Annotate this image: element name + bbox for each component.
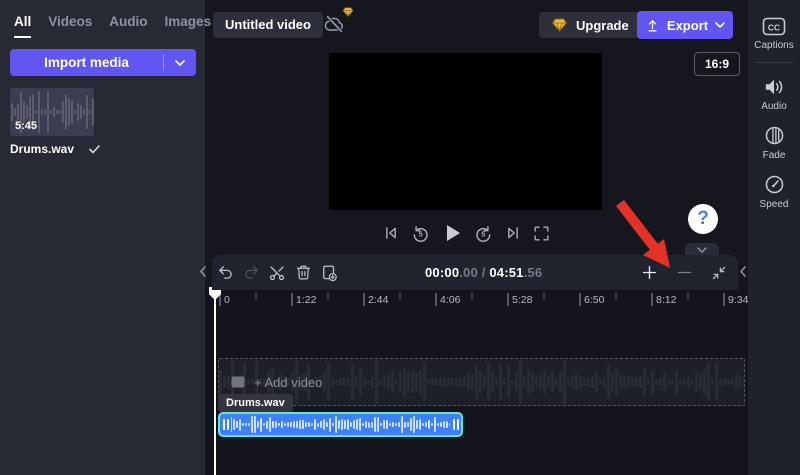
delete-button[interactable] — [292, 262, 314, 284]
tab-all[interactable]: All — [14, 14, 32, 38]
timecode-separator: / — [477, 265, 490, 280]
upgrade-button[interactable]: Upgrade — [539, 12, 641, 38]
question-mark-glyph: ? — [697, 208, 709, 229]
tool-label: Speed — [759, 199, 789, 210]
aspect-ratio-button[interactable]: 16:9 — [694, 52, 740, 76]
captions-icon: CC — [762, 17, 786, 36]
svg-text:5: 5 — [419, 229, 423, 238]
scissors-icon — [269, 265, 285, 280]
clip-trim-handle-left[interactable] — [221, 417, 230, 432]
library-panel: All Videos Audio Images Import media 5:4… — [0, 0, 211, 475]
export-button[interactable]: Export — [637, 11, 733, 39]
svg-text:5: 5 — [481, 229, 485, 238]
gem-icon — [551, 18, 568, 32]
rewind-5-icon: 5 — [413, 225, 428, 242]
upgrade-label: Upgrade — [576, 17, 629, 33]
timeline-area: 0 1:22 2:44 4:06 5:28 6:50 8:12 9:34 + Add vide… — [205, 287, 748, 475]
play-button[interactable] — [440, 221, 464, 245]
fade-icon — [765, 126, 783, 145]
tool-label: Audio — [761, 101, 787, 112]
tool-fade[interactable]: Fade — [748, 119, 800, 168]
tab-images[interactable]: Images — [165, 14, 212, 38]
forward-5s-button[interactable]: 5 — [473, 223, 494, 244]
help-button[interactable]: ? — [688, 204, 718, 234]
clip-trim-handle-right[interactable] — [451, 417, 460, 432]
tool-captions[interactable]: CC Captions — [748, 11, 800, 58]
timecode-display: 00:00.00 / 04:51.56 — [425, 255, 542, 290]
import-options-button[interactable] — [164, 49, 196, 76]
tool-label: Captions — [754, 40, 794, 51]
zoom-in-button[interactable] — [638, 262, 660, 284]
skip-to-end-button[interactable] — [503, 223, 523, 243]
gem-badge-icon — [342, 7, 354, 17]
media-thumbnail[interactable]: 5:45 — [10, 88, 94, 136]
minus-icon — [677, 271, 691, 274]
chevron-down-icon — [175, 59, 185, 66]
aspect-ratio-label: 16:9 — [704, 57, 730, 71]
chevron-down-icon — [715, 22, 725, 28]
media-duration: 5:45 — [15, 120, 38, 132]
tool-label: Fade — [762, 150, 786, 161]
tool-audio[interactable]: Audio — [748, 71, 800, 119]
undo-icon — [218, 266, 232, 279]
video-placeholder-icon — [231, 376, 245, 388]
clip-waveform — [231, 415, 450, 434]
timeline-toolbar: 00:00.00 / 04:51.56 — [212, 255, 738, 290]
library-tabs: All Videos Audio Images — [14, 14, 211, 38]
import-media-button[interactable]: Import media — [10, 49, 196, 76]
trash-icon — [296, 265, 310, 280]
duplicate-button[interactable] — [318, 262, 340, 284]
fullscreen-icon — [534, 225, 549, 241]
skip-start-icon — [386, 227, 396, 239]
undo-button[interactable] — [214, 262, 236, 284]
check-icon — [89, 144, 100, 153]
fullscreen-button[interactable] — [532, 224, 551, 243]
tab-videos[interactable]: Videos — [48, 14, 92, 38]
timeline-ruler[interactable]: 0 1:22 2:44 4:06 5:28 6:50 8:12 9:34 — [205, 290, 748, 312]
skip-end-icon — [508, 227, 518, 239]
chevron-down-icon — [697, 246, 707, 253]
forward-5-icon: 5 — [476, 225, 491, 242]
project-title[interactable]: Untitled video — [213, 12, 323, 38]
plus-icon — [642, 265, 656, 280]
timecode-total-frames: .56 — [523, 265, 543, 280]
play-icon — [447, 225, 460, 241]
tab-audio[interactable]: Audio — [109, 14, 147, 38]
import-media-label: Import media — [44, 55, 129, 70]
tools-panel: CC Captions Audio Fade Speed — [748, 0, 800, 475]
collapse-right-panel-button[interactable] — [739, 266, 747, 277]
speed-icon — [765, 175, 783, 194]
clip-name-label: Drums.wav — [218, 394, 293, 412]
panel-divider — [755, 62, 793, 63]
playhead[interactable] — [209, 287, 221, 475]
svg-text:CC: CC — [768, 23, 780, 33]
upload-icon — [648, 19, 657, 31]
timecode-current: 00:00 — [425, 265, 460, 280]
add-video-label: + Add video — [254, 374, 323, 390]
zoom-fit-button[interactable] — [708, 262, 730, 284]
tool-speed[interactable]: Speed — [748, 168, 800, 217]
duplicate-plus-icon — [323, 265, 337, 281]
audio-clip[interactable] — [218, 412, 463, 437]
timecode-total: 04:51 — [489, 265, 524, 280]
video-preview-canvas — [329, 53, 602, 210]
playhead-line — [214, 287, 216, 475]
media-filename: Drums.wav — [10, 142, 75, 156]
cloud-sync-off-button[interactable] — [323, 7, 354, 35]
zoom-out-button[interactable] — [673, 262, 695, 284]
timecode-current-frames: .00 — [459, 265, 478, 280]
split-button[interactable] — [266, 262, 288, 284]
add-video-track[interactable]: + Add video — [218, 358, 745, 406]
rewind-5s-button[interactable]: 5 — [410, 223, 431, 244]
audio-icon — [765, 79, 783, 95]
playback-controls: 5 5 — [371, 219, 561, 247]
redo-button[interactable] — [240, 262, 262, 284]
contract-icon — [712, 266, 726, 279]
export-label: Export — [666, 17, 709, 33]
collapse-left-panel-button[interactable] — [199, 266, 207, 277]
skip-to-start-button[interactable] — [381, 223, 401, 243]
redo-icon — [244, 266, 258, 279]
media-item-drums[interactable]: 5:45 Drums.wav — [10, 88, 100, 156]
